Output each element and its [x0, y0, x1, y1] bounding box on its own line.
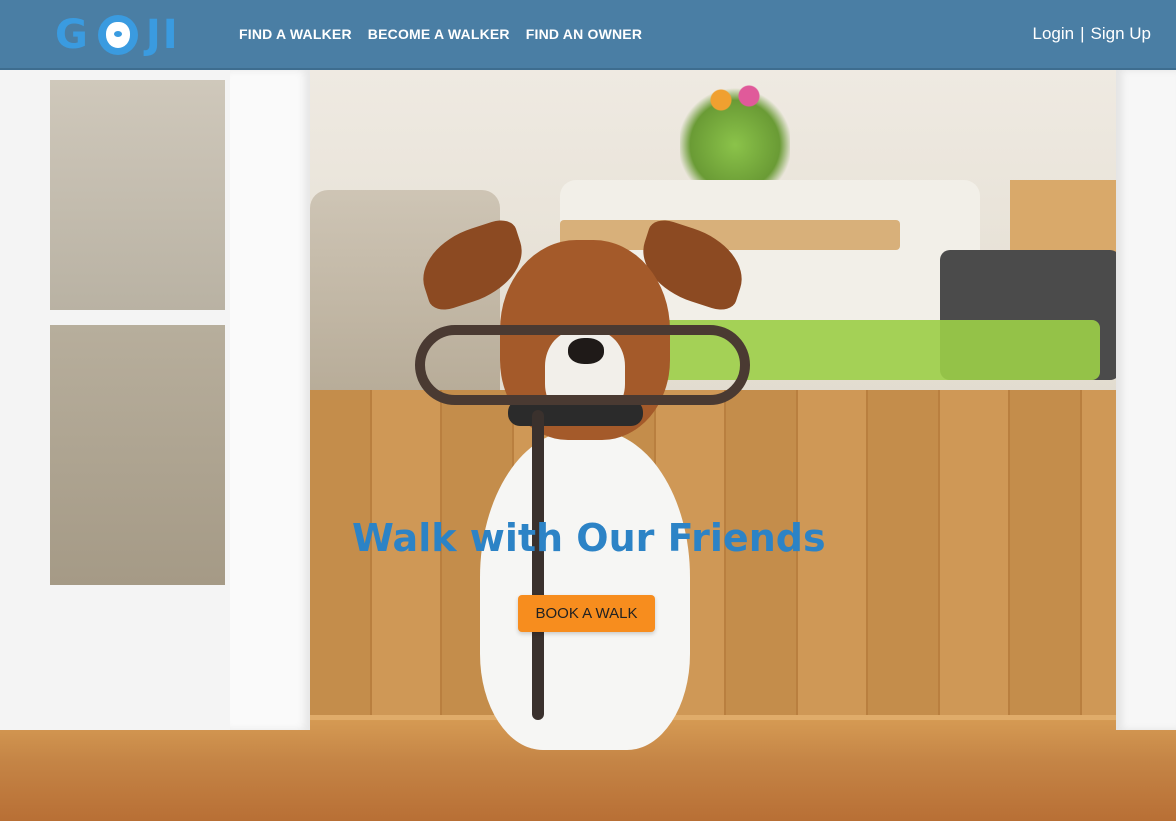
door-pane-bottom — [50, 325, 225, 585]
hero-headline: Walk with Our Friends — [352, 516, 826, 560]
hero-background-flowers — [700, 80, 770, 120]
leash-line — [532, 410, 544, 720]
door-frame — [230, 70, 310, 730]
dog-body — [480, 430, 690, 750]
goji-logo[interactable]: G JI — [55, 12, 180, 58]
leash-loop — [415, 325, 750, 405]
dog-with-leash-image — [411, 215, 754, 750]
dog-face-icon — [97, 15, 138, 55]
main-nav: FIND A WALKER BECOME A WALKER FIND AN OW… — [239, 26, 642, 42]
signup-link[interactable]: Sign Up — [1091, 24, 1151, 44]
hero-section — [0, 70, 1176, 821]
login-link[interactable]: Login — [1032, 24, 1074, 44]
nav-become-a-walker[interactable]: BECOME A WALKER — [368, 26, 510, 42]
nav-find-a-walker[interactable]: FIND A WALKER — [239, 26, 352, 42]
logo-text-left: G — [55, 12, 90, 58]
book-a-walk-button[interactable]: BOOK A WALK — [518, 595, 655, 632]
top-navigation-bar: G JI FIND A WALKER BECOME A WALKER FIND … — [0, 0, 1176, 70]
auth-links: Login | Sign Up — [1032, 24, 1151, 44]
hero-door-left — [0, 70, 310, 730]
door-pane-top — [50, 80, 225, 310]
hero-door-right — [1116, 70, 1176, 730]
auth-separator: | — [1080, 24, 1085, 43]
logo-text-right: JI — [145, 12, 180, 58]
nav-find-an-owner[interactable]: FIND AN OWNER — [526, 26, 642, 42]
